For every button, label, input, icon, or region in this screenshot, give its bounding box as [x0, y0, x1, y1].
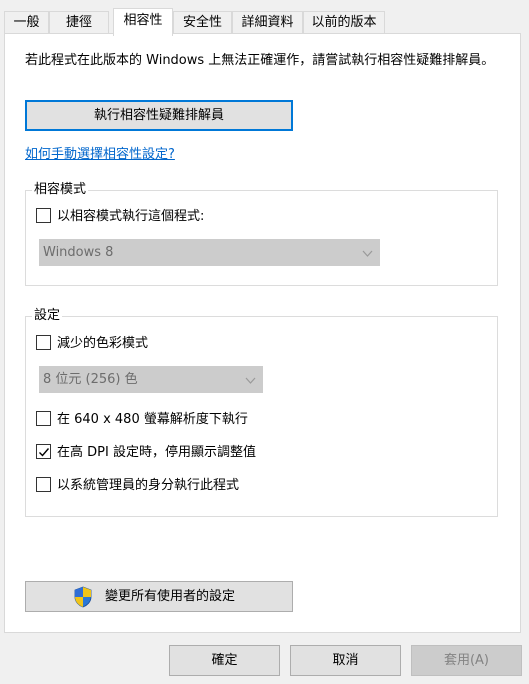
settings-group-label: 設定: [32, 307, 63, 325]
res-640-label: 在 640 x 480 螢幕解析度下執行: [57, 412, 248, 427]
checkmark-icon: [39, 448, 50, 457]
run-as-admin-checkbox-row[interactable]: 以系統管理員的身分執行此程式: [36, 476, 239, 496]
compat-mode-group-label: 相容模式: [32, 181, 89, 199]
chevron-down-icon: [245, 368, 256, 402]
tab-shortcut[interactable]: 捷徑: [49, 11, 109, 35]
res-640-checkbox-row[interactable]: 在 640 x 480 螢幕解析度下執行: [36, 410, 248, 430]
description-text: 若此程式在此版本的 Windows 上無法正確運作，請嘗試執行相容性疑難排解員。: [25, 53, 495, 68]
reduced-color-checkbox-row[interactable]: 減少的色彩模式: [36, 334, 148, 354]
color-mode-value: 8 位元 (256) 色: [43, 372, 138, 387]
apply-button[interactable]: 套用(A): [411, 645, 522, 676]
change-all-users-label: 變更所有使用者的設定: [104, 589, 235, 604]
os-version-select[interactable]: Windows 8: [39, 239, 380, 266]
res-640-checkbox[interactable]: [36, 411, 51, 426]
settings-group: 設定 減少的色彩模式 8 位元 (256) 色 在 640 x 480 螢幕解析…: [25, 307, 498, 517]
cancel-button[interactable]: 取消: [290, 645, 401, 676]
run-as-admin-label: 以系統管理員的身分執行此程式: [57, 478, 240, 493]
high-dpi-checkbox-row[interactable]: 在高 DPI 設定時，停用顯示調整值: [36, 443, 256, 463]
high-dpi-label: 在高 DPI 設定時，停用顯示調整值: [57, 445, 256, 460]
reduced-color-checkbox[interactable]: [36, 335, 51, 350]
compat-mode-group: 相容模式 以相容模式執行這個程式: Windows 8: [25, 181, 498, 286]
tab-security[interactable]: 安全性: [173, 11, 232, 35]
change-all-users-button[interactable]: 變更所有使用者的設定: [25, 581, 293, 612]
chevron-down-icon: [362, 241, 373, 275]
tab-previous-versions[interactable]: 以前的版本: [303, 11, 385, 35]
compat-mode-checkbox[interactable]: [36, 208, 51, 223]
color-mode-select[interactable]: 8 位元 (256) 色: [39, 366, 263, 393]
tab-general[interactable]: 一般: [4, 11, 49, 35]
compat-mode-checkbox-label: 以相容模式執行這個程式:: [57, 209, 205, 224]
ok-button[interactable]: 確定: [169, 645, 280, 676]
tab-details[interactable]: 詳細資料: [232, 11, 303, 35]
manual-settings-link[interactable]: 如何手動選擇相容性設定?: [25, 143, 175, 162]
os-version-value: Windows 8: [43, 245, 114, 260]
reduced-color-label: 減少的色彩模式: [57, 336, 149, 351]
run-as-admin-checkbox[interactable]: [36, 477, 51, 492]
high-dpi-checkbox[interactable]: [36, 444, 51, 459]
tab-compatibility[interactable]: 相容性: [113, 8, 173, 36]
run-troubleshooter-button[interactable]: 執行相容性疑難排解員: [25, 100, 293, 131]
compat-mode-checkbox-row[interactable]: 以相容模式執行這個程式:: [36, 207, 204, 227]
compatibility-panel: 若此程式在此版本的 Windows 上無法正確運作，請嘗試執行相容性疑難排解員。…: [4, 33, 521, 633]
uac-shield-icon: [73, 586, 93, 619]
